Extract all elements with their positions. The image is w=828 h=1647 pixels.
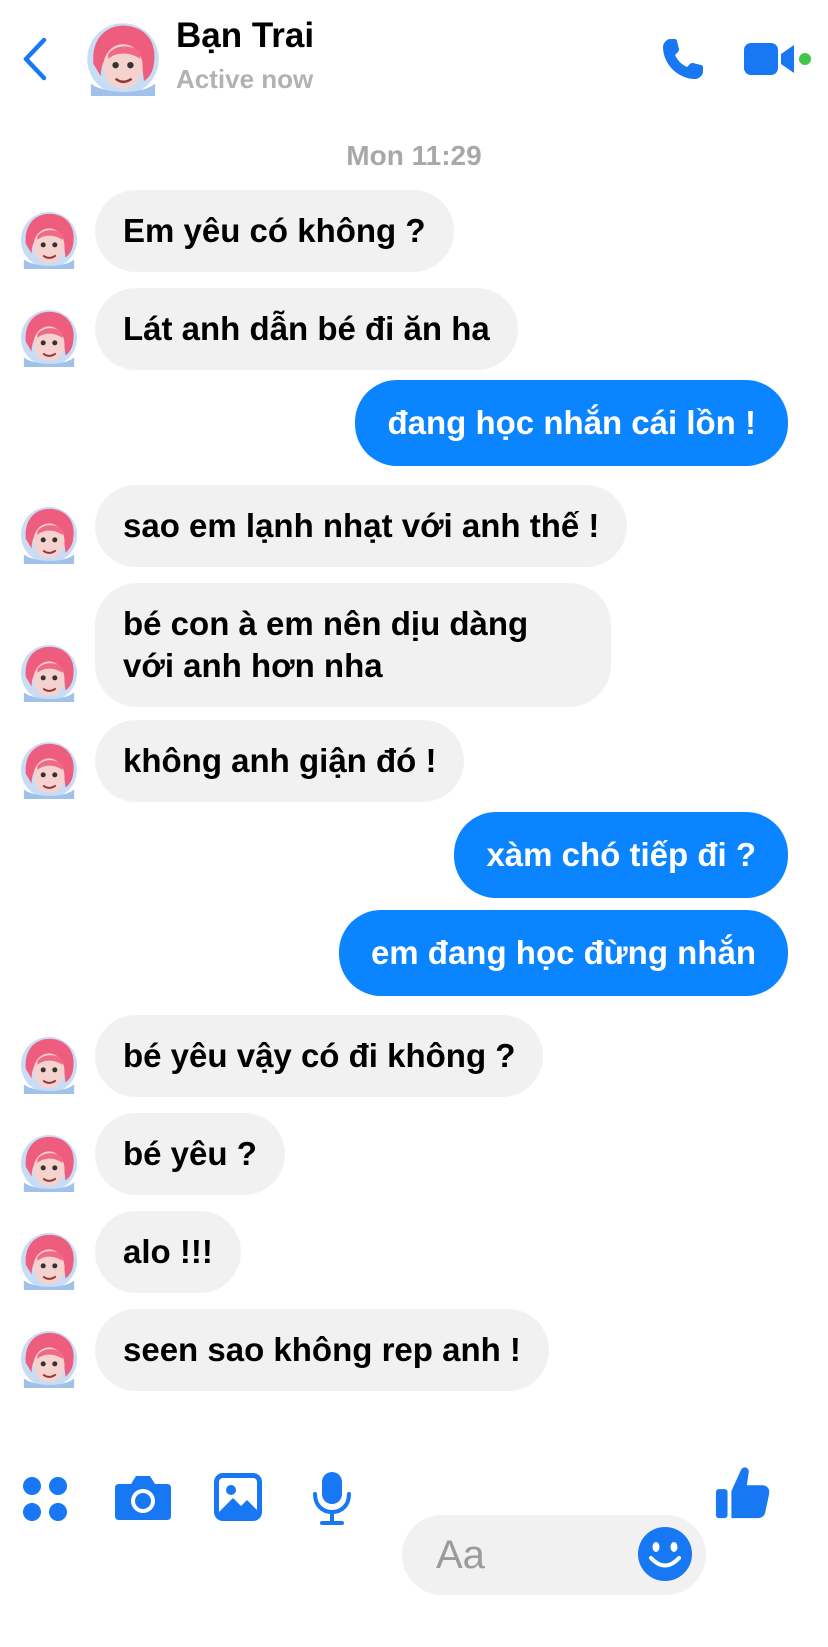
outgoing-message[interactable]: xàm chó tiếp đi ? <box>454 812 788 898</box>
incoming-message[interactable]: Lát anh dẫn bé đi ăn ha <box>95 288 518 370</box>
message-placeholder: Aa <box>436 1533 485 1577</box>
microphone-icon[interactable] <box>310 1470 354 1526</box>
thumbs-up-icon[interactable] <box>714 1464 772 1522</box>
phone-call-icon[interactable] <box>660 36 706 82</box>
incoming-message[interactable]: sao em lạnh nhạt với anh thế ! <box>95 485 628 567</box>
sender-avatar[interactable] <box>20 1133 78 1193</box>
sender-avatar[interactable] <box>20 1035 78 1095</box>
outgoing-message[interactable]: đang học nhắn cái lồn ! <box>355 380 788 466</box>
sender-avatar[interactable] <box>20 308 78 368</box>
incoming-message[interactable]: Em yêu có không ? <box>95 190 454 272</box>
active-status: Active now <box>176 64 314 94</box>
incoming-message[interactable]: bé yêu vậy có đi không ? <box>95 1015 544 1097</box>
emoji-icon[interactable] <box>636 1525 694 1583</box>
incoming-message[interactable]: bé yêu ? <box>95 1113 285 1195</box>
sender-avatar[interactable] <box>20 1231 78 1291</box>
sender-avatar[interactable] <box>20 643 78 703</box>
back-chevron-icon[interactable] <box>14 34 54 84</box>
apps-grid-icon[interactable] <box>20 1474 70 1524</box>
incoming-message[interactable]: seen sao không rep anh ! <box>95 1309 549 1391</box>
thread-timestamp: Mon 11:29 <box>346 140 482 171</box>
message-input[interactable]: Aa <box>402 1515 706 1595</box>
sender-avatar[interactable] <box>20 740 78 800</box>
contact-name[interactable]: Bạn Trai <box>176 16 314 56</box>
sender-avatar[interactable] <box>20 210 78 270</box>
incoming-message[interactable]: bé con à em nên dịu dàng với anh hơn nha <box>95 583 611 707</box>
camera-icon[interactable] <box>113 1472 173 1522</box>
sender-avatar[interactable] <box>20 1329 78 1389</box>
outgoing-message[interactable]: em đang học đừng nhắn <box>338 910 788 996</box>
video-call-icon[interactable] <box>742 38 812 80</box>
incoming-message[interactable]: không anh giận đó ! <box>95 720 465 802</box>
conversation-header: Bạn Trai Active now <box>0 0 828 110</box>
avatar[interactable] <box>86 20 160 98</box>
image-gallery-icon[interactable] <box>211 1470 265 1524</box>
incoming-message[interactable]: alo !!! <box>95 1211 241 1293</box>
sender-avatar[interactable] <box>20 505 78 565</box>
